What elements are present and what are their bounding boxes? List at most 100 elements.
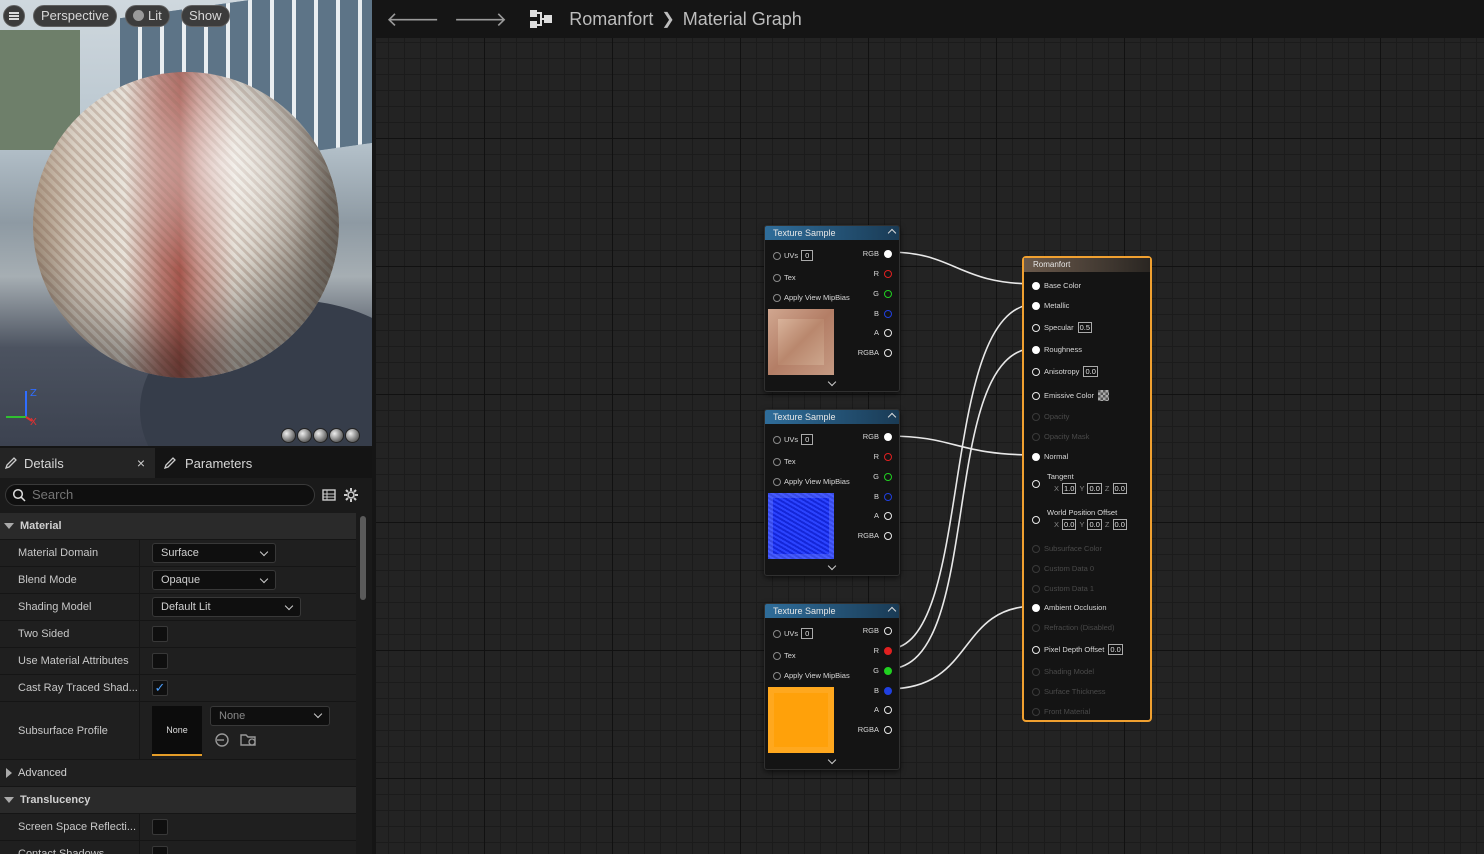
texture-sample-node[interactable]: Texture Sample UVs 0 Tex Apply View MipBi… (764, 409, 900, 576)
pin-tangent[interactable] (1032, 480, 1040, 488)
sphere-preview-icon[interactable] (297, 428, 312, 443)
lit-button[interactable]: Lit (125, 5, 170, 27)
r-output[interactable]: R (874, 646, 892, 655)
teapot-preview-icon[interactable] (345, 428, 360, 443)
uvs-pin[interactable]: UVs 0 (773, 250, 814, 261)
preview-viewport[interactable]: Perspective Lit Show Z X (0, 0, 372, 446)
expand-node-icon[interactable] (827, 561, 837, 571)
tangent-y-value[interactable]: 0.0 (1087, 483, 1102, 494)
gear-icon[interactable] (343, 487, 359, 503)
tex-pin[interactable]: Tex (773, 651, 796, 660)
wpo-x-value[interactable]: 0.0 (1062, 519, 1077, 530)
expand-node-icon[interactable] (827, 377, 837, 387)
expand-node-icon[interactable] (827, 755, 837, 765)
category-material[interactable]: Material (0, 513, 356, 540)
material-result-node[interactable]: Romanfort Base Color Metallic Specular 0.… (1022, 256, 1152, 722)
shading-model-dropdown[interactable]: Default Lit (152, 597, 301, 617)
browse-folder-icon[interactable] (240, 732, 258, 748)
subsurface-profile-thumbnail[interactable]: None (152, 705, 202, 756)
cast-ray-traced-checkbox[interactable]: ✓ (152, 680, 168, 696)
tab-parameters[interactable]: Parameters (155, 448, 252, 478)
subsurface-profile-dropdown[interactable]: None (210, 705, 330, 726)
b-output[interactable]: B (874, 309, 892, 318)
screen-space-reflections-checkbox[interactable] (152, 819, 168, 835)
pin-emissive[interactable]: Emissive Color (1032, 390, 1110, 401)
category-translucency[interactable]: Translucency (0, 787, 356, 814)
r-output[interactable]: R (874, 452, 892, 461)
tangent-z-value[interactable]: 0.0 (1112, 483, 1127, 494)
close-icon[interactable]: × (137, 455, 145, 471)
tex-pin[interactable]: Tex (773, 457, 796, 466)
mipbias-pin[interactable]: Apply View MipBias (773, 293, 850, 302)
pin-base-color[interactable]: Base Color (1032, 281, 1081, 290)
mipbias-pin[interactable]: Apply View MipBias (773, 671, 850, 680)
a-output[interactable]: A (874, 705, 892, 714)
mipbias-pin[interactable]: Apply View MipBias (773, 477, 850, 486)
show-button[interactable]: Show (181, 5, 230, 27)
material-graph-canvas[interactable]: 🡐 🡒 Romanfort ❯ Material Graph Texture S… (376, 0, 1484, 854)
wire-ao[interactable] (887, 605, 1037, 690)
rgba-output[interactable]: RGBA (858, 725, 892, 734)
two-sided-checkbox[interactable] (152, 626, 168, 642)
uvs-value[interactable]: 0 (801, 250, 814, 261)
rgba-output[interactable]: RGBA (858, 348, 892, 357)
pin-normal[interactable]: Normal (1032, 452, 1068, 461)
a-output[interactable]: A (874, 328, 892, 337)
viewport-menu-button[interactable] (3, 5, 25, 27)
pin-anisotropy[interactable]: Anisotropy 0.0 (1032, 366, 1098, 377)
b-output[interactable]: B (874, 492, 892, 501)
wpo-z-value[interactable]: 0.0 (1112, 519, 1127, 530)
tex-pin[interactable]: Tex (773, 273, 796, 282)
tab-details[interactable]: Details × (0, 448, 155, 478)
pin-world-position-offset[interactable] (1032, 516, 1040, 524)
table-view-icon[interactable] (321, 487, 337, 503)
a-output[interactable]: A (874, 511, 892, 520)
g-output[interactable]: G (873, 289, 892, 298)
g-output[interactable]: G (873, 666, 892, 675)
tangent-x-value[interactable]: 1.0 (1062, 483, 1077, 494)
details-scrollbar[interactable] (360, 516, 366, 600)
perspective-button[interactable]: Perspective (33, 5, 117, 27)
specular-value[interactable]: 0.5 (1077, 322, 1093, 333)
texture-sample-node[interactable]: Texture Sample UVs 0 Tex Apply View MipBi… (764, 603, 900, 770)
r-output[interactable]: R (874, 269, 892, 278)
color-swatch-icon[interactable] (1098, 390, 1110, 401)
collapse-icon[interactable] (887, 412, 897, 422)
pin-pixel-depth-offset[interactable]: Pixel Depth Offset 0.0 (1032, 644, 1123, 655)
blend-mode-dropdown[interactable]: Opaque (152, 570, 276, 590)
use-selected-icon[interactable] (214, 732, 230, 748)
cylinder-preview-icon[interactable] (281, 428, 296, 443)
rgb-output[interactable]: RGB (863, 249, 892, 258)
b-output[interactable]: B (874, 686, 892, 695)
collapse-icon[interactable] (887, 606, 897, 616)
plane-preview-icon[interactable] (313, 428, 328, 443)
use-material-attributes-checkbox[interactable] (152, 653, 168, 669)
search-box[interactable] (5, 483, 315, 506)
rgb-output[interactable]: RGB (863, 626, 892, 635)
rgba-output[interactable]: RGBA (858, 531, 892, 540)
wpo-y-value[interactable]: 0.0 (1087, 519, 1102, 530)
pdo-value[interactable]: 0.0 (1108, 644, 1123, 655)
uvs-pin[interactable]: UVs 0 (773, 628, 814, 639)
rgb-output[interactable]: RGB (863, 432, 892, 441)
search-input[interactable] (32, 487, 292, 502)
texture-sample-node[interactable]: Texture Sample UVs 0 Tex Apply View MipBi… (764, 225, 900, 392)
material-domain-dropdown[interactable]: Surface (152, 543, 276, 563)
wire-metallic[interactable] (887, 303, 1037, 650)
g-output[interactable]: G (873, 472, 892, 481)
pin-roughness[interactable]: Roughness (1032, 345, 1082, 354)
cube-preview-icon[interactable] (329, 428, 344, 443)
category-advanced[interactable]: Advanced (0, 760, 356, 787)
pin-specular[interactable]: Specular 0.5 (1032, 322, 1093, 333)
pin-ambient-occlusion[interactable]: Ambient Occlusion (1032, 603, 1107, 612)
uvs-value[interactable]: 0 (801, 434, 814, 445)
pin-metallic[interactable]: Metallic (1032, 301, 1069, 310)
wire-roughness[interactable] (887, 347, 1037, 670)
uvs-value[interactable]: 0 (801, 628, 814, 639)
contact-shadows-checkbox[interactable] (152, 846, 168, 854)
anisotropy-value[interactable]: 0.0 (1083, 366, 1098, 377)
uvs-pin[interactable]: UVs 0 (773, 434, 814, 445)
wire-basecolor[interactable] (887, 251, 1037, 285)
pin-circle-icon (1032, 584, 1040, 593)
collapse-icon[interactable] (887, 228, 897, 238)
